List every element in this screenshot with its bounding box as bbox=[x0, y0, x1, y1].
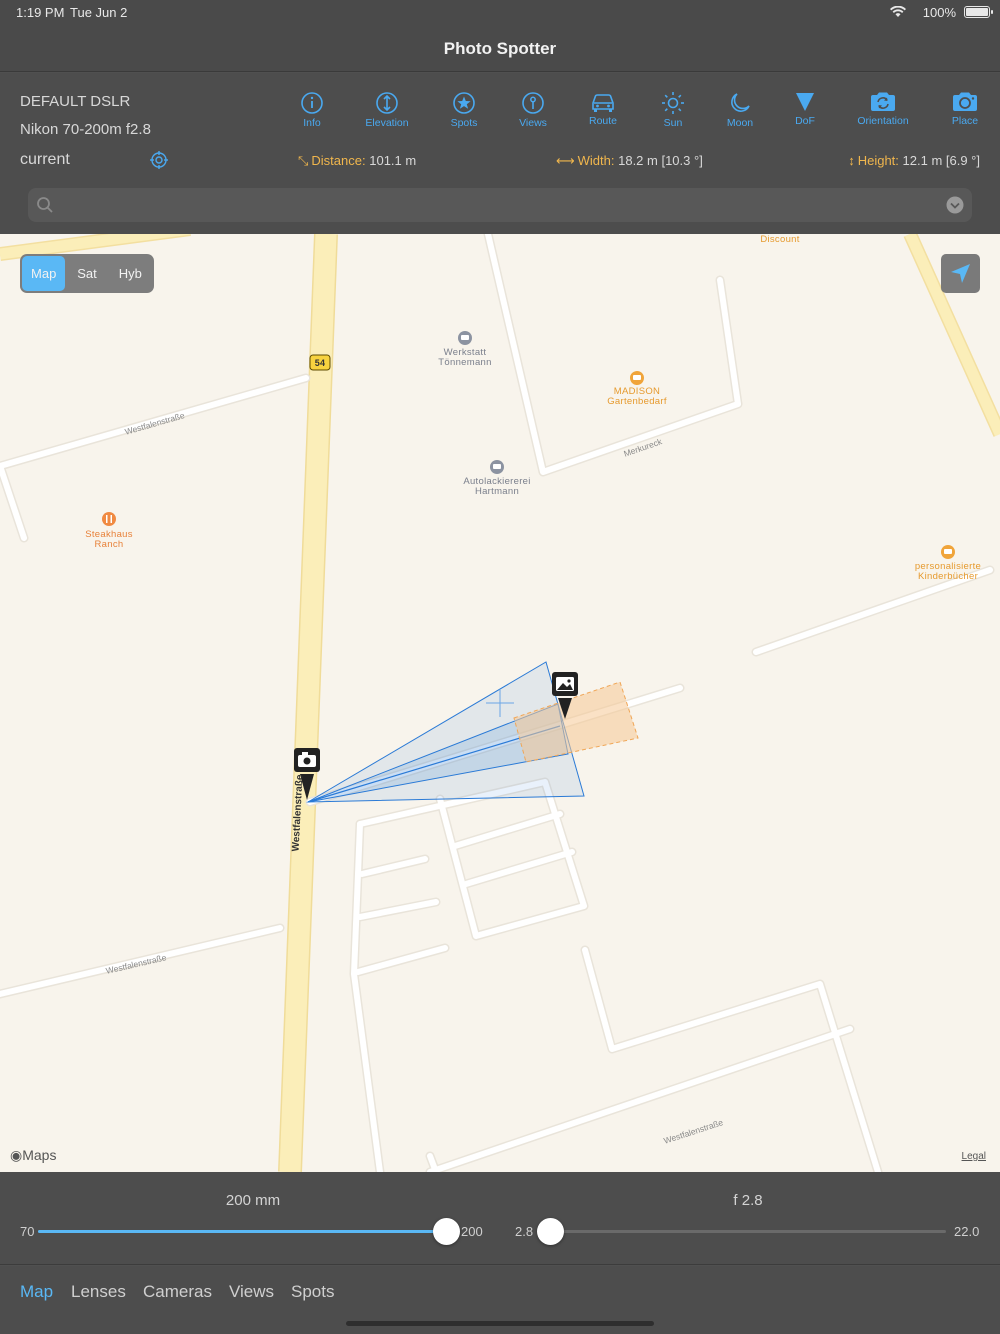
location-target-icon[interactable] bbox=[150, 151, 168, 169]
poi-madison-label[interactable]: MADISON Gartenbedarf bbox=[592, 387, 682, 407]
distance-readout: ⤡ Distance: 101.1 m bbox=[298, 153, 417, 168]
focal-slider-fill bbox=[38, 1230, 446, 1233]
sun-icon bbox=[662, 92, 684, 114]
poi-kinderbuecher-label[interactable]: personalisierte Kinderbücher bbox=[900, 562, 996, 582]
width-icon: ⟷ bbox=[556, 153, 575, 168]
battery-icon bbox=[964, 6, 993, 18]
status-bar: 1:19 PM Tue Jun 2 100% bbox=[0, 0, 1000, 24]
toolbar-dof-button[interactable]: DoF bbox=[770, 91, 840, 127]
map-view[interactable]: 54 Werkstatt Tönnemann MADISON Gartenbed… bbox=[0, 234, 1000, 1172]
tab-cameras[interactable]: Cameras bbox=[143, 1282, 212, 1302]
poi-steakhaus-label[interactable]: Steakhaus Ranch bbox=[74, 530, 144, 550]
aperture-slider[interactable] bbox=[537, 1218, 946, 1245]
search-input[interactable] bbox=[58, 193, 938, 217]
legal-link[interactable]: Legal bbox=[962, 1151, 986, 1162]
tab-map[interactable]: Map bbox=[20, 1282, 53, 1302]
lens-name[interactable]: Nikon 70-200m f2.8 bbox=[20, 121, 151, 138]
tab-spots[interactable]: Spots bbox=[291, 1282, 334, 1302]
car-icon bbox=[592, 94, 614, 112]
focal-max-label: 200 bbox=[461, 1224, 483, 1239]
toolbar-place-button[interactable]: Place bbox=[930, 91, 1000, 127]
map-canvas[interactable] bbox=[0, 234, 1000, 1172]
apple-logo-icon: ◉ bbox=[10, 1147, 23, 1163]
toolbar-elevation-button[interactable]: Elevation bbox=[352, 91, 422, 129]
toolbar-views-button[interactable]: Views bbox=[498, 91, 568, 129]
views-icon bbox=[522, 92, 544, 114]
poi-discount-label[interactable]: Discount bbox=[750, 235, 810, 245]
status-date: Tue Jun 2 bbox=[70, 5, 128, 20]
toolbar-spots-button[interactable]: Spots bbox=[429, 91, 499, 129]
locate-me-button[interactable] bbox=[941, 254, 980, 293]
toolbar-orientation-button[interactable]: Orientation bbox=[848, 91, 918, 127]
tab-bar: Map Lenses Cameras Views Spots bbox=[0, 1266, 1000, 1334]
poi-autolackiererei-label[interactable]: Autolackiererei Hartmann bbox=[447, 477, 547, 497]
info-icon bbox=[301, 92, 323, 114]
aperture-value: f 2.8 bbox=[733, 1192, 763, 1209]
map-type-sat[interactable]: Sat bbox=[65, 256, 108, 291]
toolbar-sun-button[interactable]: Sun bbox=[638, 91, 708, 129]
width-readout: ⟷ Width: 18.2 m [10.3 °] bbox=[556, 153, 703, 168]
tab-views[interactable]: Views bbox=[229, 1282, 274, 1302]
toolbar-moon-button[interactable]: Moon bbox=[705, 91, 775, 129]
aperture-min-label: 2.8 bbox=[515, 1224, 534, 1239]
info-panel: DEFAULT DSLR Nikon 70-200m f2.8 current … bbox=[0, 73, 1000, 234]
height-icon: ↕ bbox=[848, 153, 855, 168]
maps-attribution: ◉Maps bbox=[10, 1147, 57, 1163]
page-title: Photo Spotter bbox=[443, 39, 557, 58]
focal-min-label: 70 bbox=[20, 1224, 35, 1239]
distance-icon: ⤡ bbox=[298, 153, 309, 168]
search-bar[interactable] bbox=[28, 188, 972, 222]
location-arrow-icon bbox=[951, 264, 970, 283]
star-icon bbox=[453, 92, 475, 114]
road-shield-number: 54 bbox=[314, 358, 326, 368]
status-time: 1:19 PM bbox=[16, 5, 65, 20]
search-icon bbox=[37, 197, 53, 213]
map-type-map[interactable]: Map bbox=[22, 256, 66, 291]
home-indicator bbox=[346, 1321, 654, 1326]
elevation-icon bbox=[376, 92, 398, 114]
chevron-down-icon[interactable] bbox=[946, 196, 964, 214]
aperture-max-label: 22.0 bbox=[954, 1224, 980, 1239]
focal-slider-thumb[interactable] bbox=[433, 1218, 460, 1245]
tab-lenses[interactable]: Lenses bbox=[71, 1282, 126, 1302]
map-type-hyb[interactable]: Hyb bbox=[109, 256, 152, 291]
poi-steakhaus-icon[interactable] bbox=[102, 512, 116, 526]
moon-icon bbox=[731, 93, 750, 112]
navigation-bar: Photo Spotter bbox=[0, 24, 1000, 72]
camera-name[interactable]: DEFAULT DSLR bbox=[20, 93, 130, 110]
focal-length-value: 200 mm bbox=[225, 1192, 281, 1209]
lens-settings-panel: 200 mm 70 200 f 2.8 2.8 22.0 bbox=[0, 1172, 1000, 1265]
wifi-icon bbox=[890, 6, 906, 17]
rotate-camera-icon bbox=[871, 92, 895, 111]
map-type-selector[interactable]: Map Sat Hyb bbox=[20, 254, 154, 293]
focal-length-slider[interactable] bbox=[38, 1218, 460, 1245]
aperture-slider-thumb[interactable] bbox=[537, 1218, 564, 1245]
dof-icon bbox=[796, 93, 814, 111]
toolbar-route-button[interactable]: Route bbox=[568, 91, 638, 127]
camera-icon bbox=[953, 92, 977, 111]
height-readout: ↕ Height: 12.1 m [6.9 °] bbox=[848, 153, 980, 168]
battery-percentage: 100% bbox=[922, 5, 956, 20]
toolbar-info-button[interactable]: Info bbox=[277, 91, 347, 129]
location-name[interactable]: current bbox=[20, 151, 70, 169]
poi-werkstatt-label[interactable]: Werkstatt Tönnemann bbox=[425, 348, 505, 368]
